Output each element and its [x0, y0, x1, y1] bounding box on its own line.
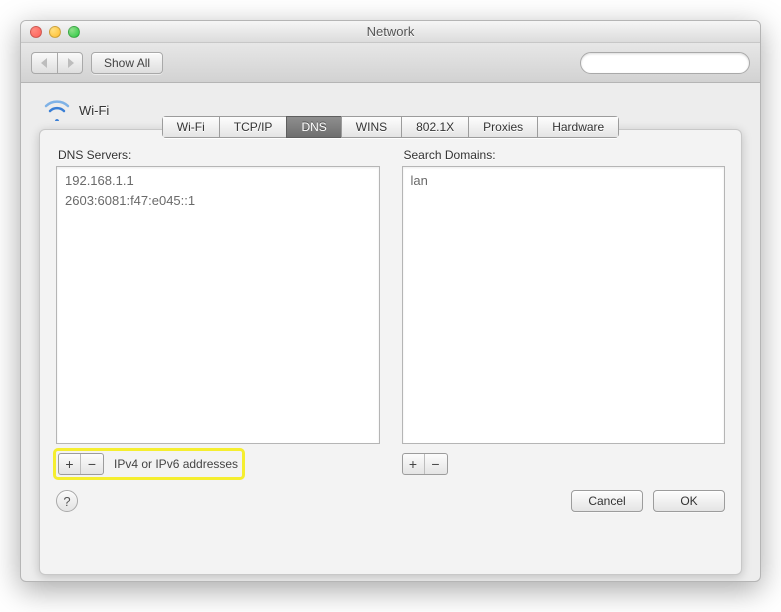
dns-servers-add-button[interactable]: + — [59, 454, 81, 474]
dns-servers-remove-button[interactable]: − — [81, 454, 103, 474]
toolbar: Show All — [21, 43, 760, 83]
tab-802-1x[interactable]: 802.1X — [401, 116, 468, 138]
dns-servers-column: DNS Servers: 192.168.1.12603:6081:f47:e0… — [56, 148, 380, 478]
advanced-sheet: Wi-FiTCP/IPDNSWINS802.1XProxiesHardware … — [39, 129, 742, 575]
tab-proxies[interactable]: Proxies — [468, 116, 537, 138]
dns-servers-list[interactable]: 192.168.1.12603:6081:f47:e045::1 — [56, 166, 380, 444]
search-domains-label: Search Domains: — [404, 148, 726, 162]
tab-wi-fi[interactable]: Wi-Fi — [162, 116, 219, 138]
search-domains-list[interactable]: lan — [402, 166, 726, 444]
search-field-container — [580, 52, 750, 74]
window-body: Wi-Fi Wi-FiTCP/IPDNSWINS802.1XProxiesHar… — [21, 83, 760, 581]
tab-strip: Wi-FiTCP/IPDNSWINS802.1XProxiesHardware — [56, 116, 725, 138]
cancel-button[interactable]: Cancel — [571, 490, 643, 512]
tab-hardware[interactable]: Hardware — [537, 116, 619, 138]
search-input[interactable] — [591, 55, 750, 71]
dns-plusminus-highlight: + − IPv4 or IPv6 addresses — [56, 451, 242, 477]
search-domain-item[interactable]: lan — [411, 171, 717, 191]
dns-server-item[interactable]: 2603:6081:f47:e045::1 — [65, 191, 371, 211]
forward-button[interactable] — [57, 52, 83, 74]
tab-wins[interactable]: WINS — [341, 116, 401, 138]
search-domains-remove-button[interactable]: − — [425, 454, 447, 474]
dns-servers-label: DNS Servers: — [58, 148, 380, 162]
help-button[interactable]: ? — [56, 490, 78, 512]
ok-button[interactable]: OK — [653, 490, 725, 512]
back-button[interactable] — [31, 52, 57, 74]
titlebar: Network — [21, 21, 760, 43]
search-domains-column: Search Domains: lan + − — [402, 148, 726, 478]
dns-columns: DNS Servers: 192.168.1.12603:6081:f47:e0… — [56, 148, 725, 478]
dns-server-item[interactable]: 192.168.1.1 — [65, 171, 371, 191]
nav-segment — [31, 52, 83, 74]
tab-dns[interactable]: DNS — [286, 116, 340, 138]
window-title: Network — [21, 24, 760, 39]
dns-ip-hint: IPv4 or IPv6 addresses — [114, 457, 238, 471]
dns-servers-plusminus: + − — [58, 453, 104, 475]
search-domains-add-button[interactable]: + — [403, 454, 425, 474]
tab-tcp-ip[interactable]: TCP/IP — [219, 116, 287, 138]
network-window: Network Show All Wi-Fi — [20, 20, 761, 582]
sheet-footer: ? Cancel OK — [56, 490, 725, 512]
search-domains-plusminus: + − — [402, 453, 448, 475]
show-all-button[interactable]: Show All — [91, 52, 163, 74]
